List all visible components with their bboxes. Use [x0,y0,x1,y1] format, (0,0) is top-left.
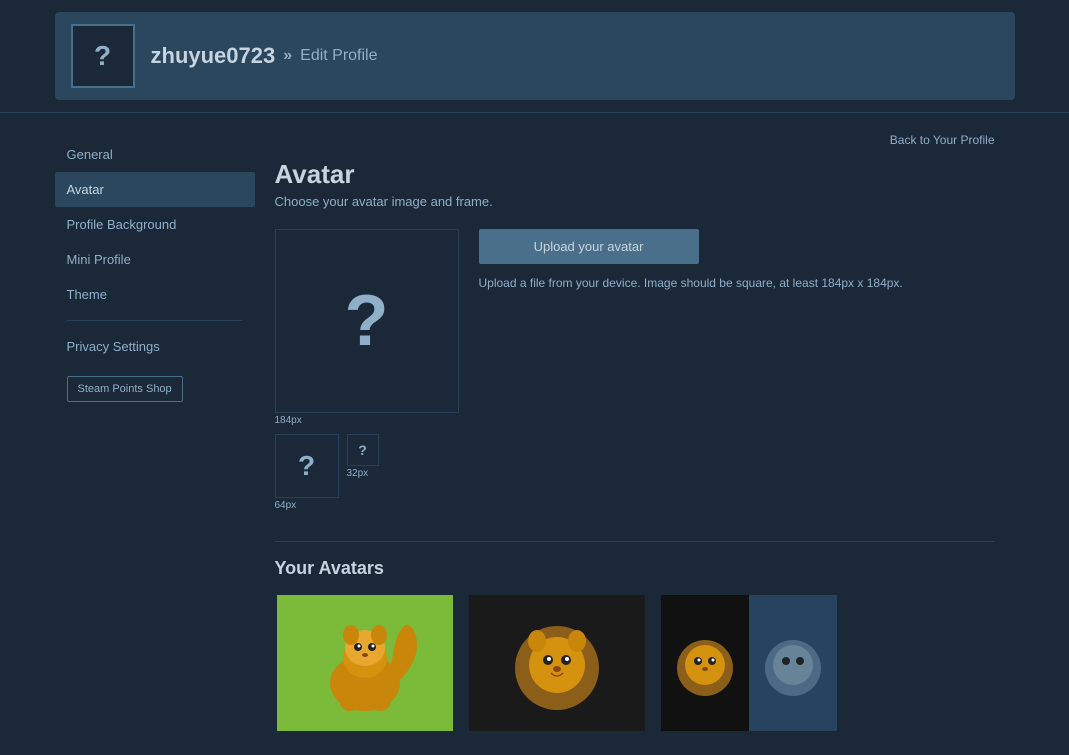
header-avatar: ? [71,24,135,88]
avatar-preview-32: ? [347,434,379,466]
header-inner: ? zhuyue0723 » Edit Profile [55,12,1015,100]
avatar-thumb-lion-dark2[interactable] [659,593,839,733]
avatars-grid [275,593,995,735]
avatar-preview-32-wrapper: ? 32px [347,434,379,479]
avatar-size-label-32: 32px [347,468,369,479]
sidebar-item-profile-background[interactable]: Profile Background [55,207,255,242]
lion-left-svg [665,613,745,713]
avatar-size-label-64: 64px [275,500,297,511]
header-user-info: zhuyue0723 » Edit Profile [151,43,378,69]
lion-dark-svg [497,603,617,723]
sidebar-nav: General Avatar Profile Background Mini P… [55,137,255,364]
header-edit-label: Edit Profile [300,47,377,65]
sidebar-item-theme[interactable]: Theme [55,277,255,312]
lion-right-svg [753,613,833,713]
sidebar-item-privacy-settings[interactable]: Privacy Settings [55,329,255,364]
steam-points-shop-button[interactable]: Steam Points Shop [67,376,183,402]
header-username: zhuyue0723 [151,43,276,69]
section-subtitle: Choose your avatar image and frame. [275,194,995,209]
split-left [661,595,749,731]
back-to-profile-link[interactable]: Back to Your Profile [275,133,995,147]
avatar-size-label-184: 184px [275,415,302,426]
your-avatars-section: Your Avatars [275,541,995,735]
sidebar: General Avatar Profile Background Mini P… [55,133,255,735]
split-right [749,595,837,731]
sidebar-item-avatar[interactable]: Avatar [55,172,255,207]
sidebar-item-mini-profile[interactable]: Mini Profile [55,242,255,277]
split-avatar-container [661,595,837,731]
upload-avatar-button[interactable]: Upload your avatar [479,229,699,264]
avatar-previews: ? 184px ? 64px ? 32px [275,229,459,511]
upload-description: Upload a file from your device. Image sh… [479,274,995,292]
avatar-upload-panel: Upload your avatar Upload a file from yo… [479,229,995,292]
page-title: Avatar [275,159,995,190]
avatar-thumb-lion-dark[interactable] [467,593,647,733]
avatar-preview-section: ? 184px ? 64px ? 32px Upload you [275,229,995,511]
header-separator: » [283,47,292,65]
main-layout: General Avatar Profile Background Mini P… [55,113,1015,755]
avatar-thumb-squirrel[interactable] [275,593,455,733]
sidebar-divider [67,320,243,321]
avatar-preview-64-wrapper: ? 64px [275,434,339,511]
lion-dark-avatar-img [469,595,645,731]
your-avatars-title: Your Avatars [275,558,995,579]
squirrel-svg [295,603,435,723]
avatar-preview-184-wrapper: ? 184px [275,229,459,426]
avatar-preview-184: ? [275,229,459,413]
content-area: Back to Your Profile Avatar Choose your … [255,133,1015,735]
avatar-preview-64: ? [275,434,339,498]
header: ? zhuyue0723 » Edit Profile [0,0,1069,113]
squirrel-avatar-img [277,595,453,731]
sidebar-item-general[interactable]: General [55,137,255,172]
avatar-small-row: ? 64px ? 32px [275,434,459,511]
